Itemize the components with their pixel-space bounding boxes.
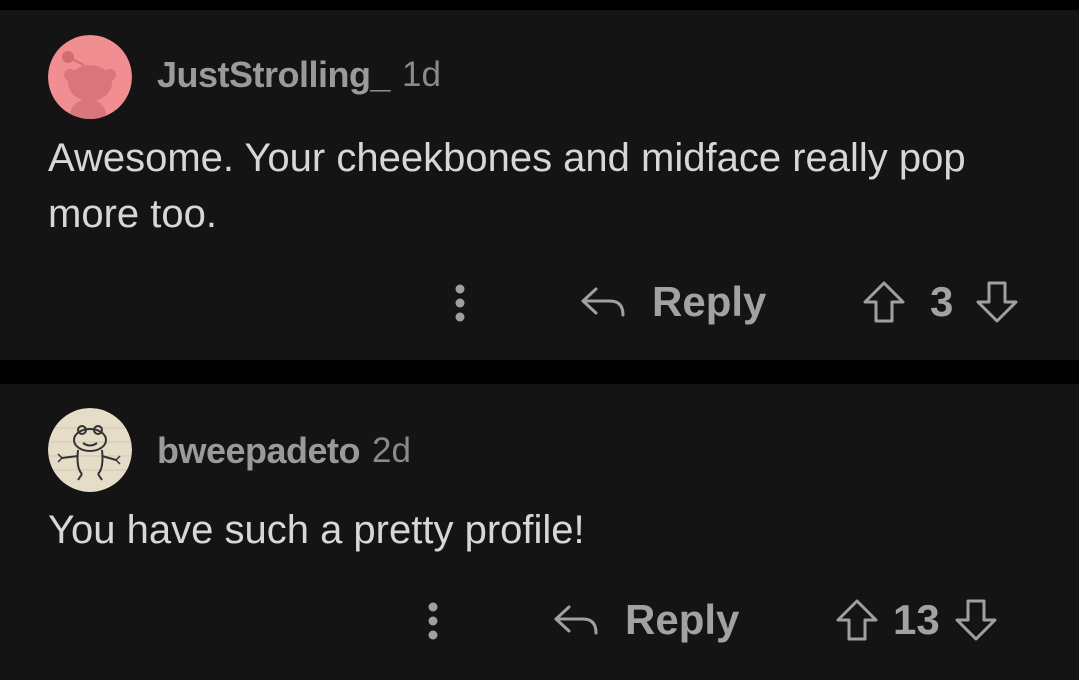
vote-controls: 13 [835,590,998,650]
vertical-ellipsis-icon [428,602,438,640]
vertical-ellipsis-icon [455,284,465,322]
user-avatar[interactable] [48,35,132,119]
upvote-button[interactable] [862,280,906,324]
comment-header: bweepadeto 2d [157,426,411,476]
upvote-arrow-icon [863,281,905,323]
vote-score: 3 [930,278,954,325]
username[interactable]: bweepadeto [157,430,361,472]
comment-thread: JustStrolling_ 1d Awesome. Your cheekbon… [0,0,1079,680]
vote-controls: 3 [862,272,1019,332]
user-avatar[interactable] [48,408,132,492]
comment-age: 1d [402,55,441,94]
comment-body: Awesome. Your cheekbones and midface rea… [48,136,966,236]
more-options-button[interactable] [421,596,445,646]
pink-snoo-avatar-icon [48,35,132,119]
comment-header: JustStrolling_ 1d [157,50,441,100]
reply-label: Reply [625,596,740,643]
vote-score: 13 [893,596,940,643]
reply-button[interactable]: Reply [553,590,739,650]
upvote-arrow-icon [836,599,878,641]
reply-button[interactable]: Reply [580,272,766,332]
frog-doodle-avatar-icon [48,408,132,492]
upvote-button[interactable] [835,598,879,642]
more-options-button[interactable] [448,278,472,328]
comment: bweepadeto 2d You have such a pretty pro… [0,384,1079,680]
reply-arrow-icon [553,603,599,637]
comment-body: You have such a pretty profile! [48,508,585,552]
comment: JustStrolling_ 1d Awesome. Your cheekbon… [0,10,1079,360]
downvote-button[interactable] [975,280,1019,324]
comment-age: 2d [372,431,411,470]
downvote-button[interactable] [954,598,998,642]
username[interactable]: JustStrolling_ [157,54,391,96]
downvote-arrow-icon [976,281,1018,323]
downvote-arrow-icon [955,599,997,641]
reply-label: Reply [652,278,767,325]
reply-arrow-icon [580,285,626,319]
